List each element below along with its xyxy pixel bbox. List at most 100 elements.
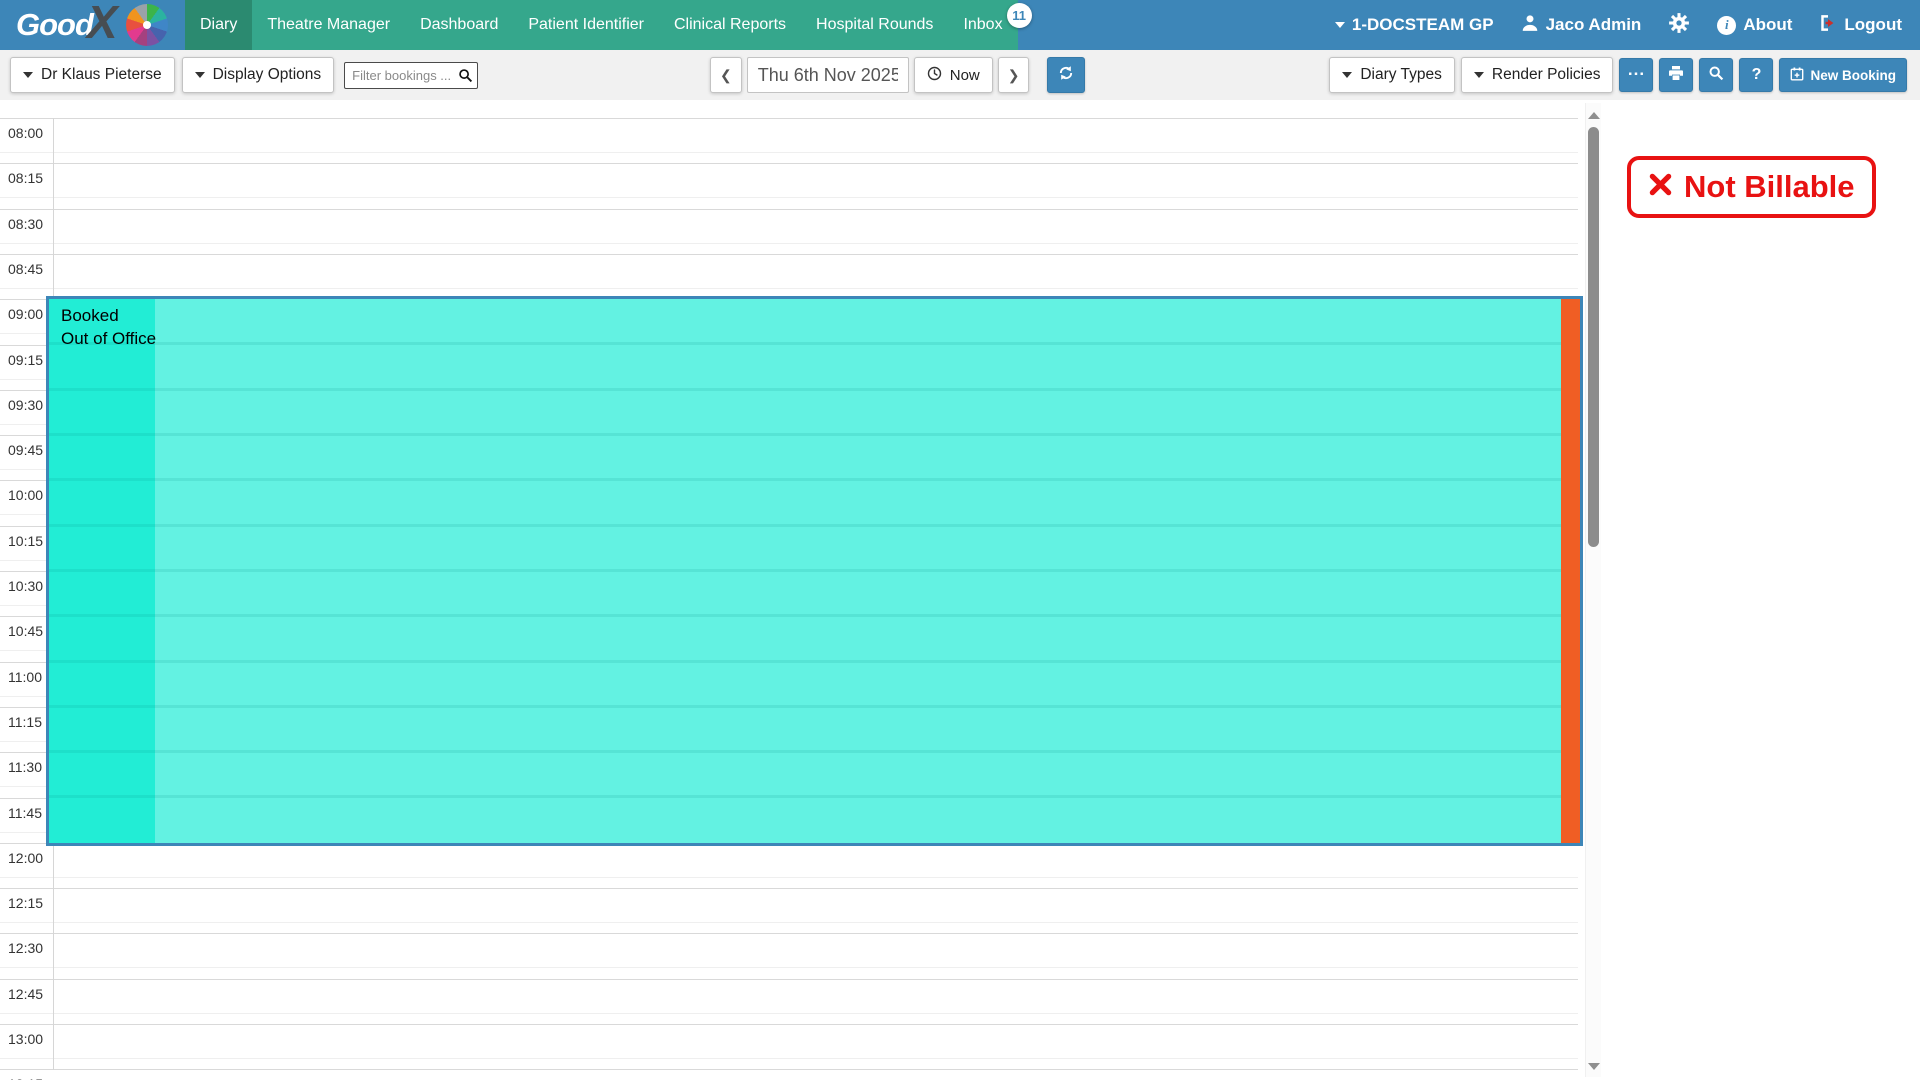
event-slot-line bbox=[49, 524, 1561, 527]
scroll-up-arrow-icon[interactable] bbox=[1588, 112, 1600, 119]
not-billable-label: Not Billable bbox=[1684, 169, 1855, 205]
time-label: 08:45 bbox=[8, 261, 43, 277]
date-field[interactable] bbox=[747, 57, 909, 93]
time-label: 11:30 bbox=[8, 759, 42, 775]
new-booking-button[interactable]: New Booking bbox=[1779, 58, 1907, 92]
time-label: 09:30 bbox=[8, 397, 43, 413]
logout-icon bbox=[1819, 14, 1837, 37]
diary-slot-row[interactable]: 08:45 bbox=[0, 254, 1578, 299]
render-policies-dropdown[interactable]: Render Policies bbox=[1461, 57, 1614, 93]
search-icon bbox=[1708, 65, 1724, 86]
diary-slot-row[interactable]: 13:15 bbox=[0, 1069, 1578, 1080]
diary-types-dropdown[interactable]: Diary Types bbox=[1329, 57, 1455, 93]
nav-tab-dashboard[interactable]: Dashboard bbox=[405, 0, 513, 50]
now-label: Now bbox=[950, 67, 980, 84]
logo-text: Good bbox=[16, 7, 93, 43]
diary-slot-row[interactable]: 08:00 bbox=[0, 118, 1578, 163]
topbar-right: 1-DOCSTEAM GP Jaco Admin bbox=[1335, 0, 1920, 50]
not-billable-badge: Not Billable bbox=[1627, 156, 1876, 218]
scrollbar-thumb[interactable] bbox=[1588, 127, 1599, 547]
user-menu[interactable]: Jaco Admin bbox=[1521, 14, 1642, 37]
time-label: 09:45 bbox=[8, 442, 43, 458]
diary-slot-row[interactable]: 08:15 bbox=[0, 163, 1578, 208]
vertical-scrollbar[interactable] bbox=[1585, 103, 1601, 1077]
nav-tab-diary[interactable]: Diary bbox=[185, 0, 252, 50]
booking-event[interactable]: Booked Out of Office bbox=[46, 296, 1583, 846]
event-slot-line bbox=[49, 342, 1561, 345]
clock-icon bbox=[927, 66, 942, 85]
main-nav: DiaryTheatre ManagerDashboardPatient Ide… bbox=[185, 0, 1018, 50]
time-label: 11:00 bbox=[8, 669, 42, 685]
nav-tab-clinical-reports[interactable]: Clinical Reports bbox=[659, 0, 801, 50]
refresh-button[interactable] bbox=[1047, 57, 1085, 93]
diary-slot-row[interactable]: 12:00 bbox=[0, 843, 1578, 888]
time-label: 10:00 bbox=[8, 487, 43, 503]
logout-button[interactable]: Logout bbox=[1819, 14, 1902, 37]
gear-icon bbox=[1668, 12, 1690, 39]
nav-tab-inbox[interactable]: Inbox11 bbox=[948, 0, 1017, 50]
help-button[interactable]: ? bbox=[1739, 58, 1773, 92]
refresh-icon bbox=[1058, 65, 1074, 86]
diary-types-label: Diary Types bbox=[1360, 66, 1442, 84]
about-button[interactable]: i About bbox=[1717, 15, 1792, 35]
prev-day-button[interactable]: ❮ bbox=[710, 57, 742, 93]
chevron-down-icon bbox=[23, 72, 33, 78]
print-button[interactable] bbox=[1659, 58, 1693, 92]
entity-label: 1-DOCSTEAM GP bbox=[1352, 15, 1494, 35]
settings-button[interactable] bbox=[1668, 12, 1690, 39]
logout-label: Logout bbox=[1844, 15, 1902, 35]
practitioner-label: Dr Klaus Pieterse bbox=[41, 66, 162, 84]
practitioner-dropdown[interactable]: Dr Klaus Pieterse bbox=[10, 57, 175, 93]
time-label: 12:30 bbox=[8, 940, 43, 956]
question-icon: ? bbox=[1752, 66, 1762, 84]
event-slot-line bbox=[49, 705, 1561, 708]
entity-selector[interactable]: 1-DOCSTEAM GP bbox=[1335, 15, 1494, 35]
diary-slot-row[interactable]: 12:30 bbox=[0, 933, 1578, 978]
diary-slot-row[interactable]: 08:30 bbox=[0, 209, 1578, 254]
user-name: Jaco Admin bbox=[1546, 15, 1642, 35]
chevron-left-icon: ❮ bbox=[720, 67, 732, 84]
event-slot-line bbox=[49, 750, 1561, 753]
inbox-count-badge: 11 bbox=[1007, 3, 1032, 28]
event-slot-line bbox=[49, 433, 1561, 436]
more-actions-button[interactable]: ... bbox=[1619, 58, 1653, 92]
search-bookings-button[interactable] bbox=[1699, 58, 1733, 92]
time-label: 11:15 bbox=[8, 714, 42, 730]
nav-tab-patient-identifier[interactable]: Patient Identifier bbox=[513, 0, 659, 50]
color-wheel-icon bbox=[126, 4, 168, 46]
booking-right-strip bbox=[1561, 299, 1580, 843]
display-options-dropdown[interactable]: Display Options bbox=[182, 57, 335, 93]
toolbar-right-group: Diary Types Render Policies ... ? bbox=[1329, 57, 1907, 93]
time-label: 08:15 bbox=[8, 170, 43, 186]
render-policies-label: Render Policies bbox=[1492, 66, 1601, 84]
event-slot-line bbox=[49, 614, 1561, 617]
diary-slot-row[interactable]: 13:00 bbox=[0, 1024, 1578, 1069]
diary-slot-row[interactable]: 12:15 bbox=[0, 888, 1578, 933]
top-bar: Good X DiaryTheatre ManagerDashboardPati… bbox=[0, 0, 1920, 50]
diary-grid: 08:0008:1508:3008:4509:0009:1509:3009:45… bbox=[0, 100, 1920, 1080]
scroll-down-arrow-icon[interactable] bbox=[1588, 1063, 1600, 1070]
booking-reason: Out of Office bbox=[61, 327, 156, 350]
time-label: 13:15 bbox=[8, 1076, 43, 1080]
time-label: 09:15 bbox=[8, 352, 43, 368]
chevron-right-icon: ❯ bbox=[1008, 67, 1020, 84]
time-label: 12:00 bbox=[8, 850, 43, 866]
printer-icon bbox=[1668, 65, 1684, 86]
diary-toolbar: Dr Klaus Pieterse Display Options ❮ bbox=[0, 50, 1920, 100]
diary-slot-row[interactable]: 12:45 bbox=[0, 979, 1578, 1024]
about-label: About bbox=[1743, 15, 1792, 35]
time-label: 13:00 bbox=[8, 1031, 43, 1047]
nav-tab-theatre-manager[interactable]: Theatre Manager bbox=[252, 0, 405, 50]
chevron-down-icon bbox=[1335, 22, 1345, 28]
next-day-button[interactable]: ❯ bbox=[998, 57, 1030, 93]
chevron-down-icon bbox=[1474, 72, 1484, 78]
user-icon bbox=[1521, 14, 1539, 37]
time-label: 12:45 bbox=[8, 986, 43, 1002]
new-booking-label: New Booking bbox=[1810, 68, 1896, 83]
ellipsis-icon: ... bbox=[1628, 60, 1645, 80]
logo-x-glyph: X bbox=[87, 0, 118, 49]
event-slot-line bbox=[49, 660, 1561, 663]
nav-tab-hospital-rounds[interactable]: Hospital Rounds bbox=[801, 0, 948, 50]
now-button[interactable]: Now bbox=[914, 57, 993, 93]
event-slot-line bbox=[49, 478, 1561, 481]
